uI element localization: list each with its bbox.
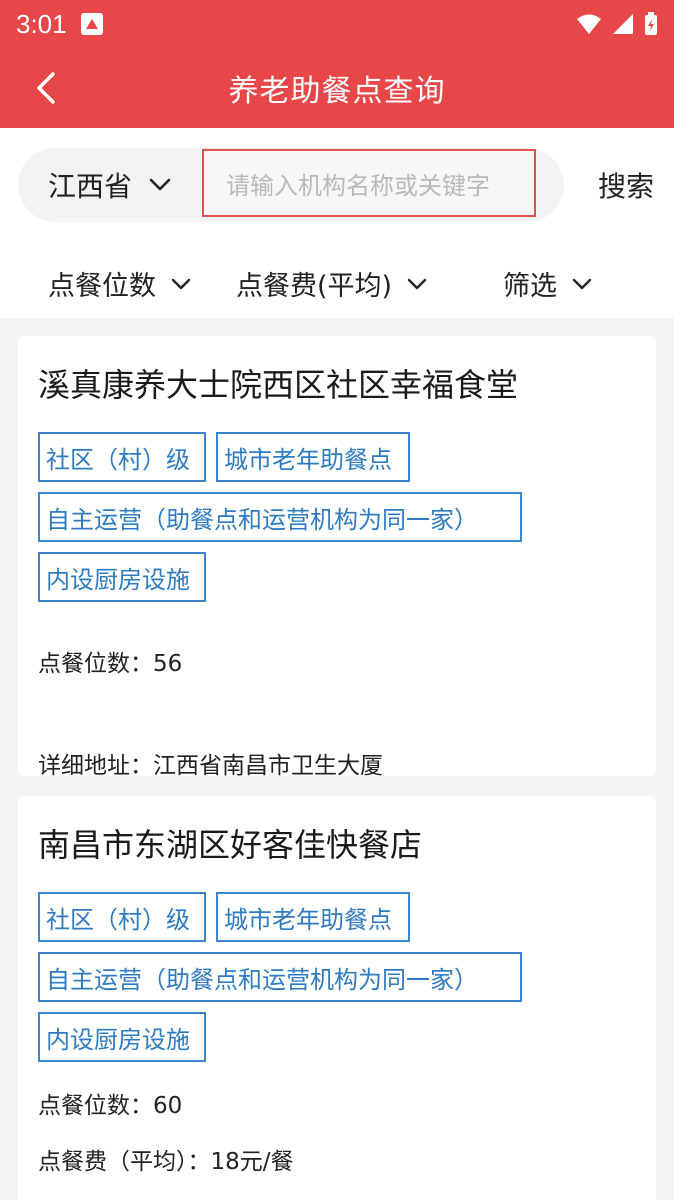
search-button[interactable]: 搜索 [598, 165, 656, 205]
search-input[interactable]: 请输入机构名称或关键字 [202, 149, 536, 217]
search-bar: 江西省 请输入机构名称或关键字 [18, 148, 564, 222]
status-time: 3:01 [16, 8, 67, 39]
filter-bar: 点餐位数 点餐费(平均) 筛选 [0, 252, 674, 308]
address: 详细地址：江西省南昌市卫生大厦 [38, 753, 383, 779]
tag: 自主运营（助餐点和运营机构为同一家） [38, 492, 522, 542]
tag: 自主运营（助餐点和运营机构为同一家） [38, 952, 522, 1002]
results-list: 溪真康养大士院西区社区幸福食堂 社区（村）级 城市老年助餐点 自主运营（助餐点和… [0, 318, 674, 1200]
list-item[interactable]: 南昌市东湖区好客佳快餐店 社区（村）级 城市老年助餐点 自主运营（助餐点和运营机… [18, 796, 656, 1200]
card-title: 南昌市东湖区好客佳快餐店 [38, 826, 423, 864]
tag: 社区（村）级 [38, 892, 206, 942]
chevron-down-icon [171, 278, 191, 289]
tag: 内设厨房设施 [38, 1012, 206, 1062]
search-row: 江西省 请输入机构名称或关键字 搜索 [18, 148, 656, 222]
filter-more[interactable]: 筛选 [503, 264, 593, 303]
seat-count: 点餐位数：56 [38, 651, 183, 677]
app-bar: 3:01 养老助餐点查询 [0, 0, 674, 128]
filter-more-label: 筛选 [503, 271, 557, 302]
filter-fee-label: 点餐费(平均) [236, 271, 393, 302]
back-arrow-icon[interactable] [26, 66, 70, 110]
average-fee: 点餐费（平均）：18元/餐 [38, 1149, 294, 1175]
seat-count: 点餐位数：60 [38, 1093, 183, 1119]
list-item[interactable]: 溪真康养大士院西区社区幸福食堂 社区（村）级 城市老年助餐点 自主运营（助餐点和… [18, 336, 656, 779]
battery-icon [645, 12, 657, 35]
chevron-down-icon [572, 278, 592, 289]
chevron-down-icon [407, 278, 427, 289]
tag: 城市老年助餐点 [216, 892, 410, 942]
status-bar: 3:01 [0, 0, 674, 48]
filter-seats-label: 点餐位数 [48, 271, 156, 302]
filter-fee[interactable]: 点餐费(平均) [236, 264, 428, 303]
province-selector[interactable]: 江西省 [18, 165, 202, 205]
header: 养老助餐点查询 [0, 48, 674, 128]
tag: 城市老年助餐点 [216, 432, 410, 482]
page-title: 养老助餐点查询 [228, 74, 446, 109]
province-label: 江西省 [48, 170, 133, 203]
tag: 内设厨房设施 [38, 552, 206, 602]
chevron-down-icon [149, 178, 171, 191]
app-notification-icon [80, 13, 103, 35]
tag: 社区（村）级 [38, 432, 206, 482]
card-title: 溪真康养大士院西区社区幸福食堂 [38, 366, 519, 404]
wifi-icon [577, 14, 601, 34]
filter-seats[interactable]: 点餐位数 [48, 264, 192, 303]
signal-icon [613, 14, 633, 34]
